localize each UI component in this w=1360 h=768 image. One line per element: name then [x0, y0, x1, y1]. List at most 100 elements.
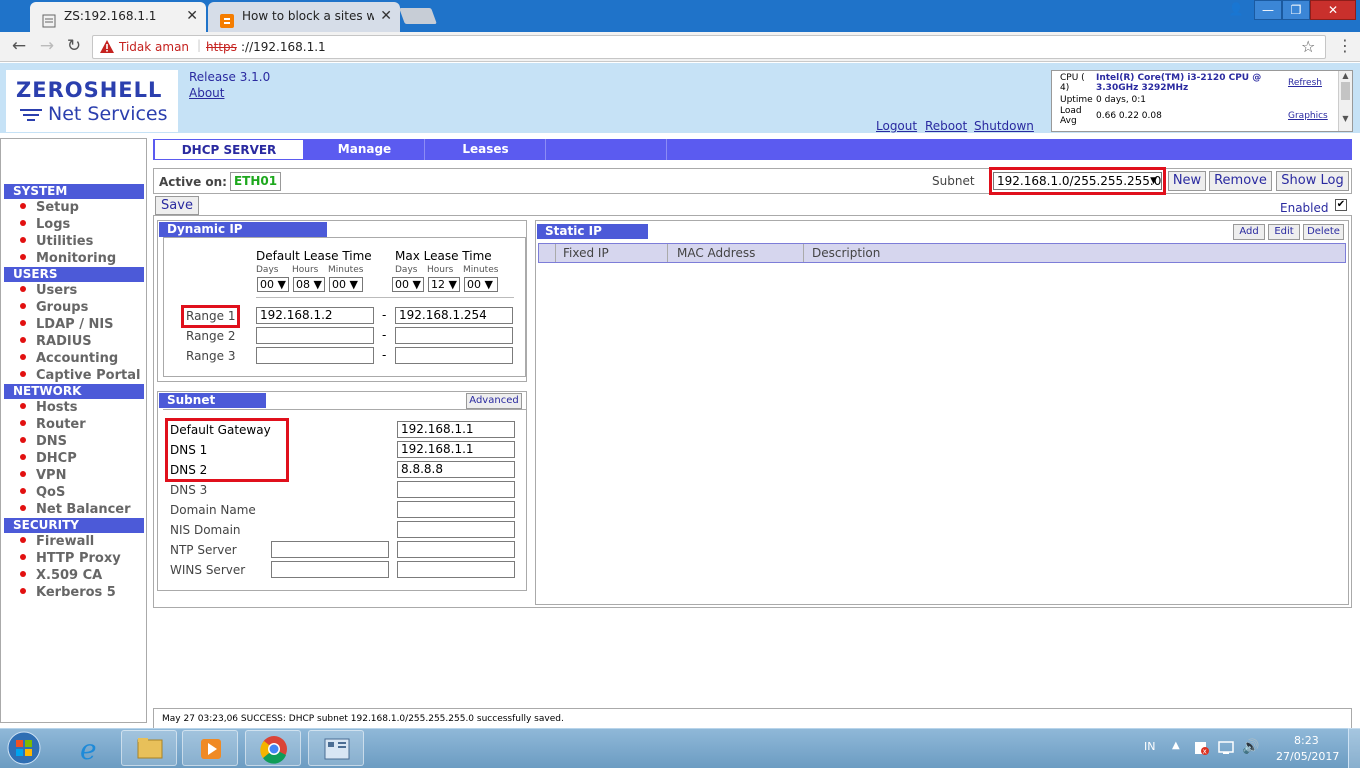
logo-text-top: ZEROSHELL — [16, 78, 163, 102]
advanced-button[interactable]: Advanced — [466, 393, 522, 409]
sidebar-item-x509-ca[interactable]: X.509 CA — [20, 567, 102, 584]
sidebar-item-net-balancer[interactable]: Net Balancer — [20, 501, 131, 518]
enabled-checkbox[interactable]: ✔ — [1335, 199, 1347, 211]
sidebar-item-ldap[interactable]: LDAP / NIS — [20, 316, 114, 333]
dns3-input[interactable] — [397, 481, 515, 498]
refresh-link[interactable]: Refresh — [1288, 78, 1322, 88]
dns1-input[interactable]: 192.168.1.1 — [397, 441, 515, 458]
reboot-link[interactable]: Reboot — [925, 119, 967, 133]
sidebar-item-dns[interactable]: DNS — [20, 433, 67, 450]
sidebar-item-groups[interactable]: Groups — [20, 299, 88, 316]
chrome-icon[interactable] — [245, 730, 301, 766]
range1-start-input[interactable]: 192.168.1.2 — [256, 307, 374, 324]
subnet-select[interactable]: 192.168.1.0/255.255.255.0 ▼ — [993, 172, 1162, 190]
tab-zeroshell[interactable]: ZS:192.168.1.1 ✕ — [30, 2, 206, 32]
col-fixed-ip[interactable]: Fixed IP — [563, 246, 609, 260]
clock-date[interactable]: 27/05/2017 — [1276, 750, 1339, 763]
close-tab-icon[interactable]: ✕ — [186, 2, 198, 30]
sidebar-item-qos[interactable]: QoS — [20, 484, 65, 501]
col-mac-address[interactable]: MAC Address — [677, 246, 755, 260]
tab-leases[interactable]: Leases — [426, 139, 546, 160]
new-tab-button[interactable] — [399, 8, 437, 24]
sidebar-item-http-proxy[interactable]: HTTP Proxy — [20, 550, 121, 567]
shutdown-link[interactable]: Shutdown — [974, 119, 1034, 133]
default-days-select[interactable]: 00 ▼ — [257, 277, 289, 292]
back-arrow-icon[interactable]: ← — [8, 36, 30, 56]
scroll-down-icon[interactable]: ▼ — [1339, 114, 1352, 123]
domain-name-input[interactable] — [397, 501, 515, 518]
volume-icon[interactable]: 🔊 — [1242, 739, 1259, 755]
sidebar-item-vpn[interactable]: VPN — [20, 467, 66, 484]
sidebar-item-setup[interactable]: Setup — [20, 199, 79, 216]
sidebar-item-utilities[interactable]: Utilities — [20, 233, 93, 250]
sidebar-item-monitoring[interactable]: Monitoring — [20, 250, 116, 267]
col-description[interactable]: Description — [812, 246, 880, 260]
address-bar[interactable]: Tidak aman | https ://192.168.1.1 ☆ — [92, 35, 1326, 59]
sidebar-item-accounting[interactable]: Accounting — [20, 350, 118, 367]
max-hours-select[interactable]: 12 ▼ — [428, 277, 460, 292]
sidebar-item-firewall[interactable]: Firewall — [20, 533, 94, 550]
language-indicator[interactable]: IN — [1144, 740, 1155, 753]
close-window-button[interactable]: ✕ — [1310, 0, 1356, 20]
sidebar-item-kerberos[interactable]: Kerberos 5 — [20, 584, 116, 601]
ntp-server-input-1[interactable] — [271, 541, 389, 558]
minimize-button[interactable]: — — [1254, 0, 1282, 20]
ie-icon[interactable]: e — [64, 730, 116, 766]
default-gateway-input[interactable]: 192.168.1.1 — [397, 421, 515, 438]
nis-domain-input[interactable] — [397, 521, 515, 538]
delete-button[interactable]: Delete — [1303, 224, 1344, 240]
tab-blog[interactable]: How to block a sites with ✕ — [208, 2, 400, 32]
action-center-icon[interactable]: x — [1194, 740, 1210, 756]
range3-start-input[interactable] — [256, 347, 374, 364]
add-button[interactable]: Add — [1233, 224, 1265, 240]
explorer-icon[interactable] — [121, 730, 177, 766]
range1-end-input[interactable]: 192.168.1.254 — [395, 307, 513, 324]
close-tab-icon[interactable]: ✕ — [380, 2, 392, 30]
scroll-up-icon[interactable]: ▲ — [1339, 71, 1352, 80]
sidebar-item-users[interactable]: Users — [20, 282, 77, 299]
cpu-scrollbar[interactable]: ▲ ▼ — [1338, 71, 1352, 131]
save-button[interactable]: Save — [155, 196, 199, 215]
start-button-icon[interactable] — [4, 730, 44, 766]
maximize-button[interactable]: ❐ — [1282, 0, 1310, 20]
sidebar-item-radius[interactable]: RADIUS — [20, 333, 92, 350]
default-minutes-select[interactable]: 00 ▼ — [329, 277, 363, 292]
show-log-button[interactable]: Show Log — [1276, 171, 1349, 191]
network-status-icon[interactable] — [1218, 740, 1234, 756]
new-button[interactable]: New — [1168, 171, 1206, 191]
sidebar-item-router[interactable]: Router — [20, 416, 86, 433]
clock-time[interactable]: 8:23 — [1294, 734, 1319, 747]
range2-end-input[interactable] — [395, 327, 513, 344]
tray-expand-icon[interactable]: ▲ — [1172, 740, 1180, 751]
media-player-icon[interactable] — [182, 730, 238, 766]
sidebar-item-hosts[interactable]: Hosts — [20, 399, 78, 416]
tab-manage[interactable]: Manage — [305, 139, 425, 160]
forward-arrow-icon[interactable]: → — [36, 36, 58, 56]
show-desktop-button[interactable] — [1348, 728, 1360, 768]
wins-server-input-1[interactable] — [271, 561, 389, 578]
ntp-server-input-2[interactable] — [397, 541, 515, 558]
tab-dhcp-server[interactable]: DHCP SERVER — [154, 139, 304, 160]
sidebar-item-logs[interactable]: Logs — [20, 216, 70, 233]
range3-end-input[interactable] — [395, 347, 513, 364]
static-ip-title: Static IP Entries — [537, 224, 648, 253]
max-minutes-select[interactable]: 00 ▼ — [464, 277, 498, 292]
range2-start-input[interactable] — [256, 327, 374, 344]
sidebar-item-captive-portal[interactable]: Captive Portal — [20, 367, 140, 384]
reload-icon[interactable]: ↻ — [63, 36, 85, 56]
sidebar-item-dhcp[interactable]: DHCP — [20, 450, 77, 467]
sidebar-section-users: USERS — [4, 267, 144, 282]
max-days-select[interactable]: 00 ▼ — [392, 277, 424, 292]
menu-dots-icon[interactable]: ⋮ — [1334, 36, 1356, 56]
graphics-link[interactable]: Graphics — [1288, 111, 1328, 121]
user-icon[interactable]: 👤 — [1222, 0, 1250, 20]
default-hours-select[interactable]: 08 ▼ — [293, 277, 325, 292]
network-app-icon[interactable] — [308, 730, 364, 766]
about-link[interactable]: About — [189, 86, 224, 100]
wins-server-input-2[interactable] — [397, 561, 515, 578]
logout-link[interactable]: Logout — [876, 119, 917, 133]
dns2-input[interactable]: 8.8.8.8 — [397, 461, 515, 478]
remove-button[interactable]: Remove — [1209, 171, 1272, 191]
edit-button[interactable]: Edit — [1268, 224, 1300, 240]
bookmark-star-icon[interactable]: ☆ — [1301, 37, 1315, 56]
